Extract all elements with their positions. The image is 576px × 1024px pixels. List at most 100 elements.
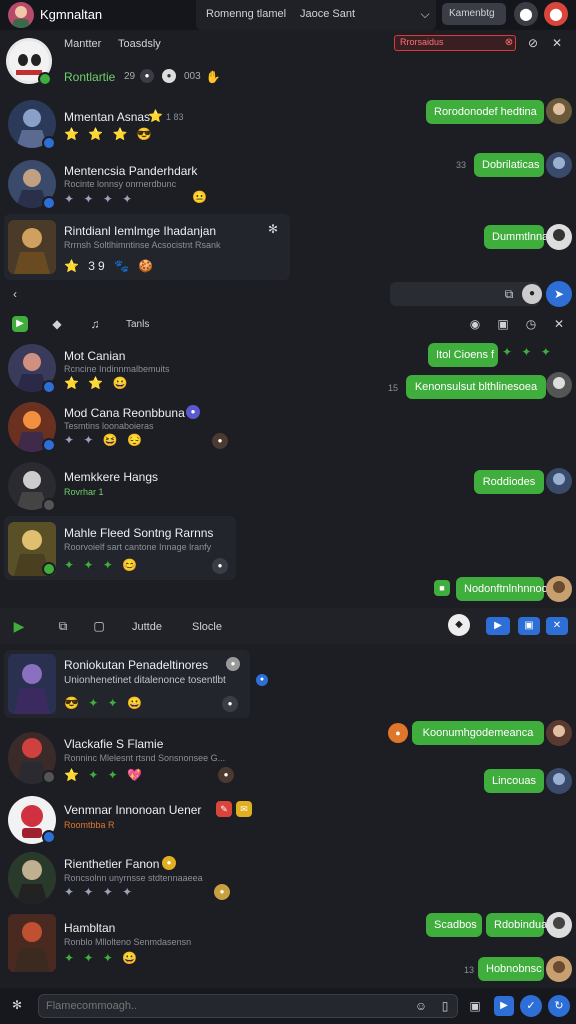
reply-bubble[interactable]: Koonumhgodemeanca — [412, 721, 544, 745]
status-badge — [42, 830, 56, 844]
video-icon[interactable]: ▶ — [494, 996, 514, 1016]
avatar[interactable] — [8, 654, 56, 714]
screen-icon[interactable]: ▣ — [518, 617, 540, 635]
contact-subtitle: Roncsolnn unyrnsse stdtennaaeea — [64, 873, 203, 883]
reply-avatar[interactable] — [546, 720, 572, 746]
reply-avatar[interactable] — [546, 224, 572, 250]
online-badge — [38, 72, 52, 86]
reply-bubble[interactable]: Dobrilaticas — [474, 153, 544, 177]
notification-icon[interactable]: ⬤ — [544, 2, 568, 26]
header-tab-1[interactable]: Romenng tlamel — [206, 8, 286, 20]
alert-close-icon[interactable]: ⊗ — [500, 34, 518, 52]
reply-bubble[interactable]: Kenonsulsut blthlinesoea — [406, 375, 546, 399]
copy-icon[interactable]: ⧉ — [500, 285, 518, 303]
video-call-icon[interactable]: ▶ — [486, 617, 510, 635]
avatar[interactable] — [8, 852, 56, 904]
reply-avatar[interactable] — [546, 956, 572, 982]
reply-bubble[interactable]: Rorodonodef hedtina — [426, 100, 544, 124]
app-name: Kgmnaltan — [40, 7, 103, 22]
block-icon[interactable]: ⊘ — [524, 34, 542, 52]
reply-bubble[interactable]: Itol Cioens f — [428, 343, 498, 367]
toolbar-label-1[interactable]: Juttde — [132, 621, 162, 633]
chat-icon[interactable]: ▢ — [90, 617, 108, 635]
timestamp: 1 83 — [166, 112, 184, 122]
more-icon[interactable]: ● — [222, 696, 238, 712]
tools-icon[interactable]: ✕ — [546, 617, 568, 635]
contact-name[interactable]: Mot Canian — [64, 349, 125, 363]
more-icon[interactable]: ● — [214, 884, 230, 900]
subheader-label-1[interactable]: Mantter — [64, 38, 101, 50]
send-icon[interactable]: ➤ — [546, 281, 572, 307]
header-tab-2[interactable]: Jaoce Sant — [300, 8, 355, 20]
reply-bubble[interactable]: Dummtlnna — [484, 225, 548, 249]
reply-avatar[interactable] — [546, 912, 572, 938]
contact-name[interactable]: Mmentan Asnas — [64, 110, 150, 124]
contact-subtitle: Rovrhar 1 — [64, 487, 104, 497]
reply-avatar[interactable] — [546, 468, 572, 494]
music-icon[interactable]: ♫ — [86, 315, 104, 333]
more-icon[interactable]: ● — [212, 433, 228, 449]
reply-avatar[interactable] — [546, 372, 572, 398]
attach-icon[interactable]: ▯ — [436, 997, 454, 1015]
close-icon[interactable]: ✕ — [548, 34, 566, 52]
reply-bubble[interactable]: Lincouas — [484, 769, 544, 793]
reply-bubble[interactable]: Scadbos — [426, 913, 482, 937]
green-square-icon[interactable]: ■ — [434, 580, 450, 596]
app-avatar[interactable] — [8, 2, 34, 28]
play-icon[interactable]: ▶ — [10, 617, 28, 635]
contact-name[interactable]: Memkkere Hangs — [64, 470, 158, 484]
avatar[interactable] — [8, 220, 56, 274]
emoji-icon[interactable]: ☺ — [412, 997, 430, 1015]
expand-icon[interactable]: ⌵ — [416, 5, 434, 23]
more-icon[interactable]: ● — [218, 767, 234, 783]
location-icon[interactable]: ⬤ — [514, 2, 538, 26]
window-icon[interactable]: ▣ — [494, 315, 512, 333]
image-icon[interactable]: ▣ — [466, 997, 484, 1015]
more-icon[interactable]: ● — [212, 558, 228, 574]
contact-name[interactable]: Rintdianl Iemlmge Ihadanjan — [64, 224, 216, 238]
avatar[interactable] — [8, 914, 56, 972]
contact-subtitle: Tesmtins loonaboieras — [64, 421, 154, 431]
back-icon[interactable]: ‹ — [6, 285, 24, 303]
contact-name[interactable]: Roniokutan Penadeltinores — [64, 658, 208, 672]
reply-avatar[interactable] — [546, 152, 572, 178]
plant-icons: ✦ ✦ ✦ — [502, 345, 554, 359]
green-square-icon[interactable]: ▶ — [12, 316, 28, 332]
alert-text: Rrorsaidus — [400, 37, 444, 47]
timestamp: 33 — [456, 160, 467, 170]
send-icon[interactable]: ↻ — [548, 995, 570, 1017]
contact-name[interactable]: Mentencsia Panderhdark — [64, 164, 197, 178]
reply-avatar[interactable] — [546, 768, 572, 794]
timer-icon[interactable]: ◷ — [522, 315, 540, 333]
reaction-icon: ● — [388, 723, 408, 743]
info-icon[interactable]: ● — [256, 674, 268, 686]
contact-name[interactable]: Mod Cana Reonbbuna — [64, 406, 185, 420]
contact-name[interactable]: Vlackafie S Flamie — [64, 737, 163, 751]
contact-name[interactable]: Mahle Fleed Sontng Rarnns — [64, 526, 213, 540]
subheader-label-2[interactable]: Toasdsly — [118, 38, 161, 50]
contact-subtitle: Rocinte lonnsy onrnerdbunc — [64, 179, 177, 189]
reply-avatar[interactable] — [546, 98, 572, 124]
settings-icon[interactable]: ✻ — [8, 996, 26, 1014]
game-icon[interactable]: ◆ — [448, 614, 470, 636]
contact-name[interactable]: Hambltan — [64, 921, 115, 935]
collapse-icon[interactable]: ✕ — [550, 315, 568, 333]
contact-name[interactable]: Venmnar Innonoan Uener — [64, 803, 201, 817]
reply-bubble[interactable]: Nodonftnlnhnnoo — [456, 577, 548, 601]
reaction-icons: ⭐ ✦ ✦ 💖 — [64, 768, 145, 782]
copy-icon[interactable]: ⧉ — [54, 617, 72, 635]
bookmark-icon[interactable]: ● — [522, 284, 542, 304]
reply-bubble[interactable]: Hobnobnsc — [478, 957, 544, 981]
contact-name[interactable]: Rienthetier Fanon — [64, 857, 159, 871]
reply-bubble[interactable]: Roddiodes — [474, 470, 544, 494]
tag-icon[interactable]: ◆ — [48, 315, 66, 333]
toolbar-label[interactable]: Tanls — [126, 319, 149, 330]
record-icon[interactable]: ◉ — [466, 315, 484, 333]
settings-icon[interactable]: ✻ — [264, 220, 282, 238]
check-icon[interactable]: ✓ — [520, 995, 542, 1017]
star-badge-icon: ⭐ — [148, 109, 166, 123]
reply-avatar[interactable] — [546, 576, 572, 602]
reply-bubble[interactable]: Rdobindua — [486, 913, 547, 937]
message-input[interactable] — [46, 998, 406, 1014]
toolbar-label-2[interactable]: Slocle — [192, 621, 222, 633]
